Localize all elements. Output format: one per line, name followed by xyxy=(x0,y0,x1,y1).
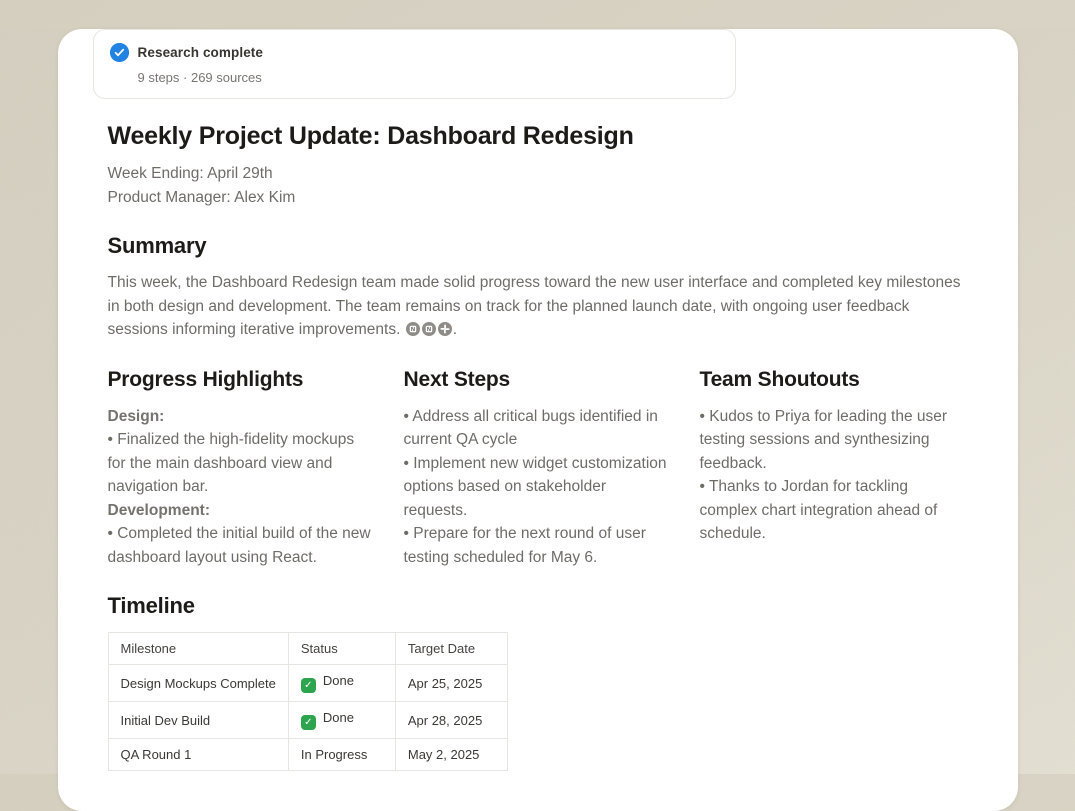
list-item: • Address all critical bugs identified i… xyxy=(404,405,672,452)
timeline-table: Milestone Status Target Date Design Mock… xyxy=(108,632,508,771)
list-item: • Implement new widget customization opt… xyxy=(404,452,672,523)
status-cell: ✓ Done xyxy=(288,665,395,702)
page-title: Weekly Project Update: Dashboard Redesig… xyxy=(108,121,968,151)
list-item: • Completed the initial build of the new… xyxy=(108,522,376,569)
table-row: QA Round 1 ✓In Progress May 2, 2025 xyxy=(108,739,507,771)
target-date-cell: Apr 25, 2025 xyxy=(395,665,507,702)
next-steps-column: Next Steps • Address all critical bugs i… xyxy=(404,367,672,570)
milestone-cell: Initial Dev Build xyxy=(108,702,288,739)
done-checkbox-icon: ✓ xyxy=(301,678,316,693)
target-date-cell: Apr 28, 2025 xyxy=(395,702,507,739)
target-date-column-header: Target Date xyxy=(395,633,507,665)
status-label: In Progress xyxy=(301,747,367,762)
next-steps-heading: Next Steps xyxy=(404,367,672,393)
table-header-row: Milestone Status Target Date xyxy=(108,633,507,665)
svg-text:N: N xyxy=(411,327,415,333)
research-complete-check-icon xyxy=(110,43,129,62)
done-checkbox-icon: ✓ xyxy=(301,715,316,730)
list-item: • Finalized the high-fidelity mockups fo… xyxy=(108,428,376,499)
svg-text:N: N xyxy=(427,327,431,333)
status-label: Done xyxy=(323,710,354,725)
table-row: Design Mockups Complete ✓ Done Apr 25, 20… xyxy=(108,665,507,702)
team-shoutouts-column: Team Shoutouts • Kudos to Priya for lead… xyxy=(700,367,968,570)
research-status-title: Research complete xyxy=(138,45,264,60)
milestone-cell: QA Round 1 xyxy=(108,739,288,771)
timeline-heading: Timeline xyxy=(108,592,968,619)
page-background: { "colors":{"accent":"#2383e2","success_… xyxy=(0,29,1075,774)
list-item: • Thanks to Jordan for tackling complex … xyxy=(700,475,968,546)
progress-highlights-heading: Progress Highlights xyxy=(108,367,376,393)
citation-notion-icon[interactable]: N xyxy=(422,322,436,336)
table-row: Initial Dev Build ✓ Done Apr 28, 2025 xyxy=(108,702,507,739)
progress-highlights-column: Progress Highlights Design: • Finalized … xyxy=(108,367,376,570)
week-ending-line: Week Ending: April 29th xyxy=(108,162,968,186)
product-manager-line: Product Manager: Alex Kim xyxy=(108,186,968,210)
summary-text: This week, the Dashboard Redesign team m… xyxy=(108,274,961,338)
three-column-section: Progress Highlights Design: • Finalized … xyxy=(108,367,968,570)
status-label: Done xyxy=(323,673,354,688)
status-column-header: Status xyxy=(288,633,395,665)
status-cell: ✓ Done xyxy=(288,702,395,739)
milestone-column-header: Milestone xyxy=(108,633,288,665)
list-item: Development: xyxy=(108,499,376,523)
list-item: Design: xyxy=(108,405,376,429)
list-item: • Kudos to Priya for leading the user te… xyxy=(700,405,968,476)
summary-paragraph: This week, the Dashboard Redesign team m… xyxy=(108,271,968,342)
document-card: Research complete 9 steps · 269 sources … xyxy=(58,29,1018,811)
team-shoutouts-heading: Team Shoutouts xyxy=(700,367,968,393)
doc-meta: Week Ending: April 29th Product Manager:… xyxy=(108,162,968,209)
summary-heading: Summary xyxy=(108,232,968,259)
target-date-cell: May 2, 2025 xyxy=(395,739,507,771)
citation-slack-icon[interactable] xyxy=(438,322,452,336)
research-status-card[interactable]: Research complete 9 steps · 269 sources xyxy=(93,29,736,99)
summary-suffix: . xyxy=(453,321,457,338)
status-cell: ✓In Progress xyxy=(288,739,395,771)
research-status-meta: 9 steps · 269 sources xyxy=(138,70,719,85)
citation-notion-icon[interactable]: N xyxy=(406,322,420,336)
list-item: • Prepare for the next round of user tes… xyxy=(404,522,672,569)
milestone-cell: Design Mockups Complete xyxy=(108,665,288,702)
